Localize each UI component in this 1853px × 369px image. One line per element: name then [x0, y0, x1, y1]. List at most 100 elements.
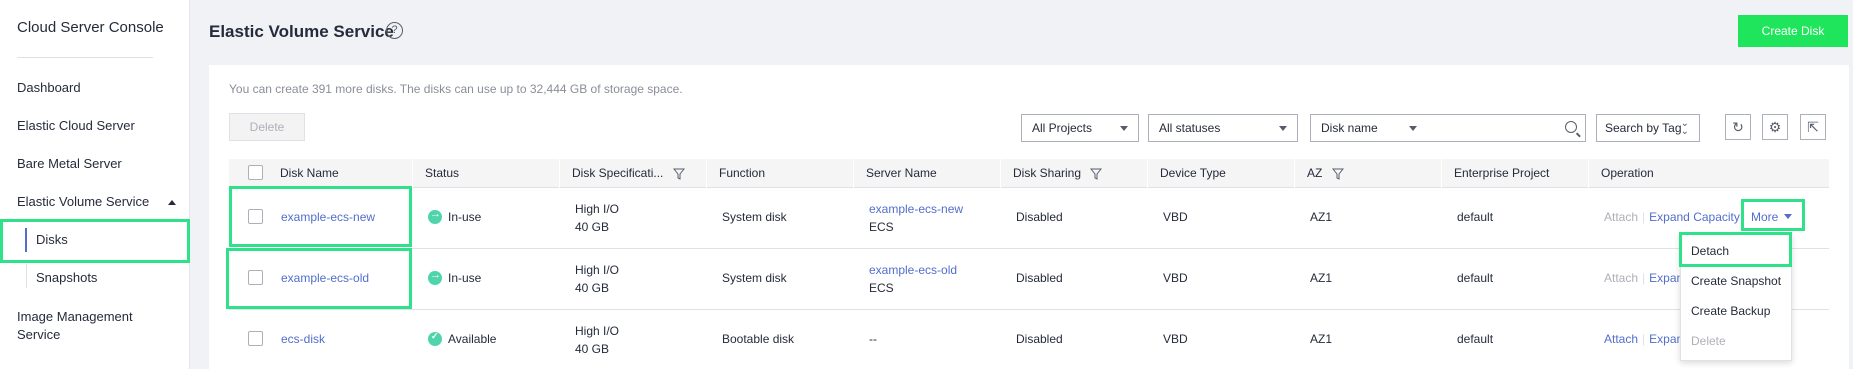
table-header: Disk Name Status Disk Specificati... Fun…	[229, 159, 1829, 188]
operation-cell: Attach | Expand Capacity	[1604, 210, 1740, 224]
row-checkbox[interactable]	[248, 209, 263, 224]
col-sharing-label: Disk Sharing	[1013, 166, 1082, 180]
col-az-label: AZ	[1307, 166, 1323, 180]
console-title: Cloud Server Console	[17, 19, 164, 36]
disk-name-link[interactable]: ecs-disk	[281, 332, 325, 346]
filter-icon[interactable]	[1331, 168, 1344, 180]
operation-cell: Attach | Expan	[1604, 271, 1683, 285]
sharing-cell: Disabled	[1016, 210, 1063, 224]
az-cell: AZ1	[1310, 210, 1333, 224]
col-disk-sharing[interactable]: Disk Sharing	[1000, 159, 1103, 188]
row-checkbox[interactable]	[248, 270, 263, 285]
expand-capacity-action[interactable]: Expan	[1649, 332, 1683, 346]
expand-capacity-action[interactable]: Expand Capacity	[1649, 210, 1740, 224]
status-cell: Available	[428, 331, 497, 346]
help-icon[interactable]: ?	[386, 22, 403, 39]
function-cell: System disk	[722, 271, 787, 285]
search-field-select-value: Disk name	[1321, 121, 1378, 135]
sidebar-item-image-management-service[interactable]: Image Management Service	[17, 308, 167, 344]
col-device-type[interactable]: Device Type	[1147, 159, 1226, 188]
attach-action[interactable]: Attach	[1604, 210, 1638, 224]
spec-type: High I/O	[575, 263, 620, 277]
sidebar-item-disks[interactable]: Disks	[36, 232, 68, 247]
search-by-tag-button[interactable]: Search by Tag ⌄ ⌄	[1596, 114, 1700, 142]
operation-cell: Attach | Expan	[1604, 332, 1683, 346]
spec-size: 40 GB	[575, 342, 610, 356]
sidebar-divider	[17, 57, 153, 58]
project-select-value: All Projects	[1032, 121, 1093, 135]
action-separator: |	[1642, 210, 1646, 224]
col-status[interactable]: Status	[412, 159, 459, 188]
server-type: ECS	[869, 220, 894, 234]
expand-capacity-action[interactable]: Expan	[1649, 271, 1683, 285]
more-dropdown-menu: Detach Create Snapshot Create Backup Del…	[1680, 233, 1792, 361]
project-cell: default	[1457, 332, 1494, 346]
collapse-caret-icon[interactable]	[168, 200, 176, 205]
status-text: Available	[448, 332, 497, 346]
sidebar-item-elastic-cloud-server[interactable]: Elastic Cloud Server	[17, 118, 135, 133]
filter-icon[interactable]	[1090, 168, 1103, 180]
caret-down-icon	[1784, 214, 1793, 219]
spec-size: 40 GB	[575, 281, 610, 295]
sidebar-item-dashboard[interactable]: Dashboard	[17, 80, 81, 95]
project-select[interactable]: All Projects	[1021, 114, 1139, 142]
col-az[interactable]: AZ	[1294, 159, 1344, 188]
table-row: example-ecs-new In-use High I/O 40 GB Sy…	[229, 188, 1829, 249]
chevron-down-icon	[1409, 126, 1417, 131]
device-type-cell: VBD	[1163, 271, 1188, 285]
more-button[interactable]: More	[1751, 210, 1793, 224]
create-disk-button[interactable]: Create Disk	[1738, 15, 1848, 47]
status-cell: In-use	[428, 269, 482, 285]
server-name-link[interactable]: example-ecs-old	[869, 263, 957, 277]
filter-icon[interactable]	[672, 168, 685, 180]
spec-size: 40 GB	[575, 220, 610, 234]
table-row: ecs-disk Available High I/O 40 GB Bootab…	[229, 310, 1829, 369]
page-title: Elastic Volume Service	[209, 22, 394, 41]
delete-button[interactable]: Delete	[229, 113, 305, 141]
status-text: In-use	[448, 271, 482, 285]
col-server-name[interactable]: Server Name	[853, 159, 937, 188]
col-enterprise-project[interactable]: Enterprise Project	[1441, 159, 1549, 188]
disk-name-link[interactable]: example-ecs-old	[281, 271, 369, 285]
server-name-link[interactable]: example-ecs-new	[869, 202, 963, 216]
menu-item-create-snapshot[interactable]: Create Snapshot	[1691, 274, 1781, 288]
export-icon[interactable]: ⇱	[1800, 114, 1826, 140]
col-spec[interactable]: Disk Specificati...	[559, 159, 685, 188]
col-function[interactable]: Function	[706, 159, 765, 188]
menu-item-delete: Delete	[1691, 334, 1726, 348]
search-icon[interactable]	[1565, 121, 1577, 133]
spec-type: High I/O	[575, 202, 620, 216]
col-spec-label: Disk Specificati...	[572, 166, 664, 180]
search-input[interactable]	[1430, 115, 1560, 141]
select-all-checkbox[interactable]	[248, 165, 263, 180]
attach-action[interactable]: Attach	[1604, 332, 1638, 346]
sidebar-item-bare-metal-server[interactable]: Bare Metal Server	[17, 156, 122, 171]
disk-name-link[interactable]: example-ecs-new	[281, 210, 375, 224]
status-cell: In-use	[428, 208, 482, 224]
sidebar-item-elastic-volume-service[interactable]: Elastic Volume Service	[17, 194, 149, 209]
menu-item-create-backup[interactable]: Create Backup	[1691, 304, 1770, 318]
settings-gear-icon[interactable]: ⚙	[1762, 114, 1788, 140]
project-cell: default	[1457, 210, 1494, 224]
col-operation: Operation	[1588, 159, 1654, 188]
status-text: In-use	[448, 210, 482, 224]
double-chevron-down-icon: ⌄ ⌄	[1680, 118, 1689, 137]
search-by-tag-label: Search by Tag	[1605, 121, 1682, 135]
status-select-value: All statuses	[1159, 121, 1221, 135]
action-separator: |	[1642, 332, 1646, 346]
device-type-cell: VBD	[1163, 210, 1188, 224]
az-cell: AZ1	[1310, 332, 1333, 346]
sidebar-item-snapshots[interactable]: Snapshots	[36, 270, 97, 285]
menu-item-detach[interactable]: Detach	[1691, 244, 1729, 258]
sharing-cell: Disabled	[1016, 271, 1063, 285]
search-field-select[interactable]: Disk name	[1310, 114, 1428, 142]
status-select[interactable]: All statuses	[1148, 114, 1298, 142]
function-cell: System disk	[722, 210, 787, 224]
row-checkbox[interactable]	[248, 331, 263, 346]
refresh-icon[interactable]: ↻	[1725, 114, 1751, 140]
in-use-icon	[428, 269, 442, 285]
server-type: ECS	[869, 281, 894, 295]
attach-action[interactable]: Attach	[1604, 271, 1638, 285]
sub-divider	[26, 264, 27, 288]
col-disk-name[interactable]: Disk Name	[268, 159, 339, 188]
